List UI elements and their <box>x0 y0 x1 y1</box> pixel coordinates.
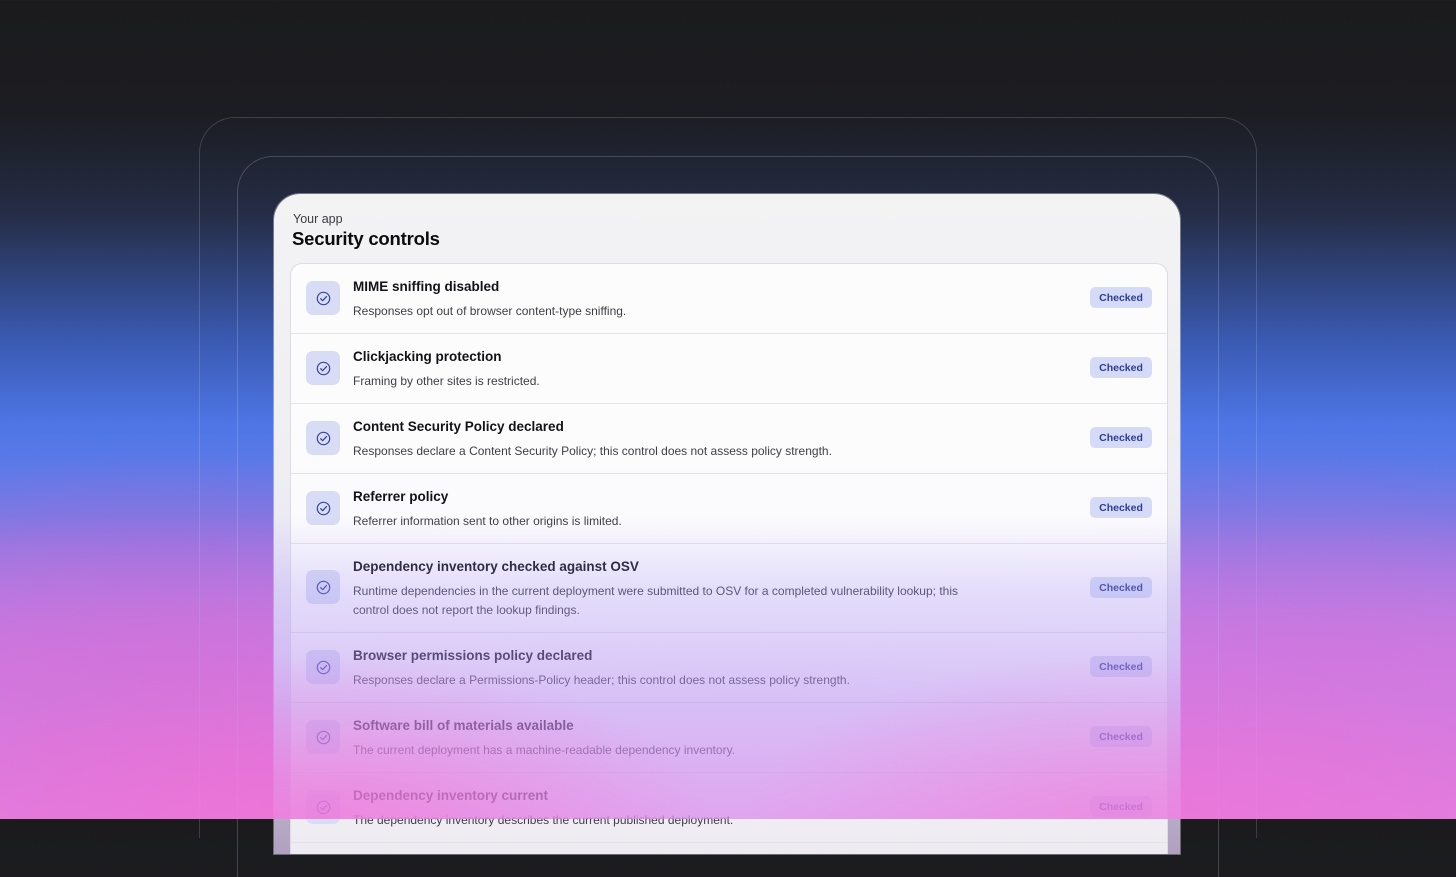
control-description: The current deployment has a machine-rea… <box>353 743 736 757</box>
status-badge: Checked <box>1090 726 1152 747</box>
control-row[interactable]: Software bill of materials available The… <box>291 703 1167 773</box>
control-row[interactable]: Browser permissions policy declared Resp… <box>291 633 1167 703</box>
control-row[interactable]: Dependency inventory current The depende… <box>291 773 1167 843</box>
control-description: Referrer information sent to other origi… <box>353 514 622 528</box>
check-circle-icon <box>306 570 340 604</box>
status-badge: Checked <box>1090 427 1152 448</box>
page-title: Security controls <box>292 228 440 249</box>
app-window: Your app Security controls MIME sniffing… <box>274 194 1180 854</box>
control-description: The dependency inventory describes the c… <box>353 813 734 827</box>
check-circle-icon <box>306 650 340 684</box>
control-title: Software bill of materials available <box>353 718 574 733</box>
control-title: Referrer policy <box>353 489 449 504</box>
control-description: Responses declare a Permissions-Policy h… <box>353 673 850 687</box>
status-badge: Checked <box>1090 577 1152 598</box>
control-row[interactable]: Clickjacking protection Framing by other… <box>291 334 1167 404</box>
control-title: MIME sniffing disabled <box>353 279 500 294</box>
status-badge: Checked <box>1090 357 1152 378</box>
check-circle-icon <box>306 281 340 315</box>
control-description: Runtime dependencies in the current depl… <box>353 584 958 617</box>
control-row[interactable]: Referrer policy Referrer information sen… <box>291 474 1167 544</box>
check-circle-icon <box>306 421 340 455</box>
app-eyebrow: Your app <box>293 212 343 226</box>
control-row[interactable]: Content Security Policy declared Respons… <box>291 404 1167 474</box>
check-circle-icon <box>306 720 340 754</box>
controls-list: MIME sniffing disabled Responses opt out… <box>290 263 1168 854</box>
status-badge: Checked <box>1090 656 1152 677</box>
status-badge: Checked <box>1090 287 1152 308</box>
control-title: Dependency inventory current <box>353 788 549 803</box>
control-title: Clickjacking protection <box>353 349 502 364</box>
control-description: Responses opt out of browser content-typ… <box>353 304 627 318</box>
control-title: Browser permissions policy declared <box>353 648 593 663</box>
check-circle-icon <box>306 351 340 385</box>
control-title: Content Security Policy declared <box>353 419 564 434</box>
control-title: Dependency inventory checked against OSV <box>353 559 639 574</box>
check-circle-icon <box>306 491 340 525</box>
status-badge: Checked <box>1090 796 1152 817</box>
control-description: Responses declare a Content Security Pol… <box>353 444 832 458</box>
control-row[interactable]: Dependency inventory checked against OSV… <box>291 544 1167 633</box>
status-badge: Checked <box>1090 497 1152 518</box>
control-description: Framing by other sites is restricted. <box>353 374 540 388</box>
control-row[interactable]: MIME sniffing disabled Responses opt out… <box>291 264 1167 334</box>
